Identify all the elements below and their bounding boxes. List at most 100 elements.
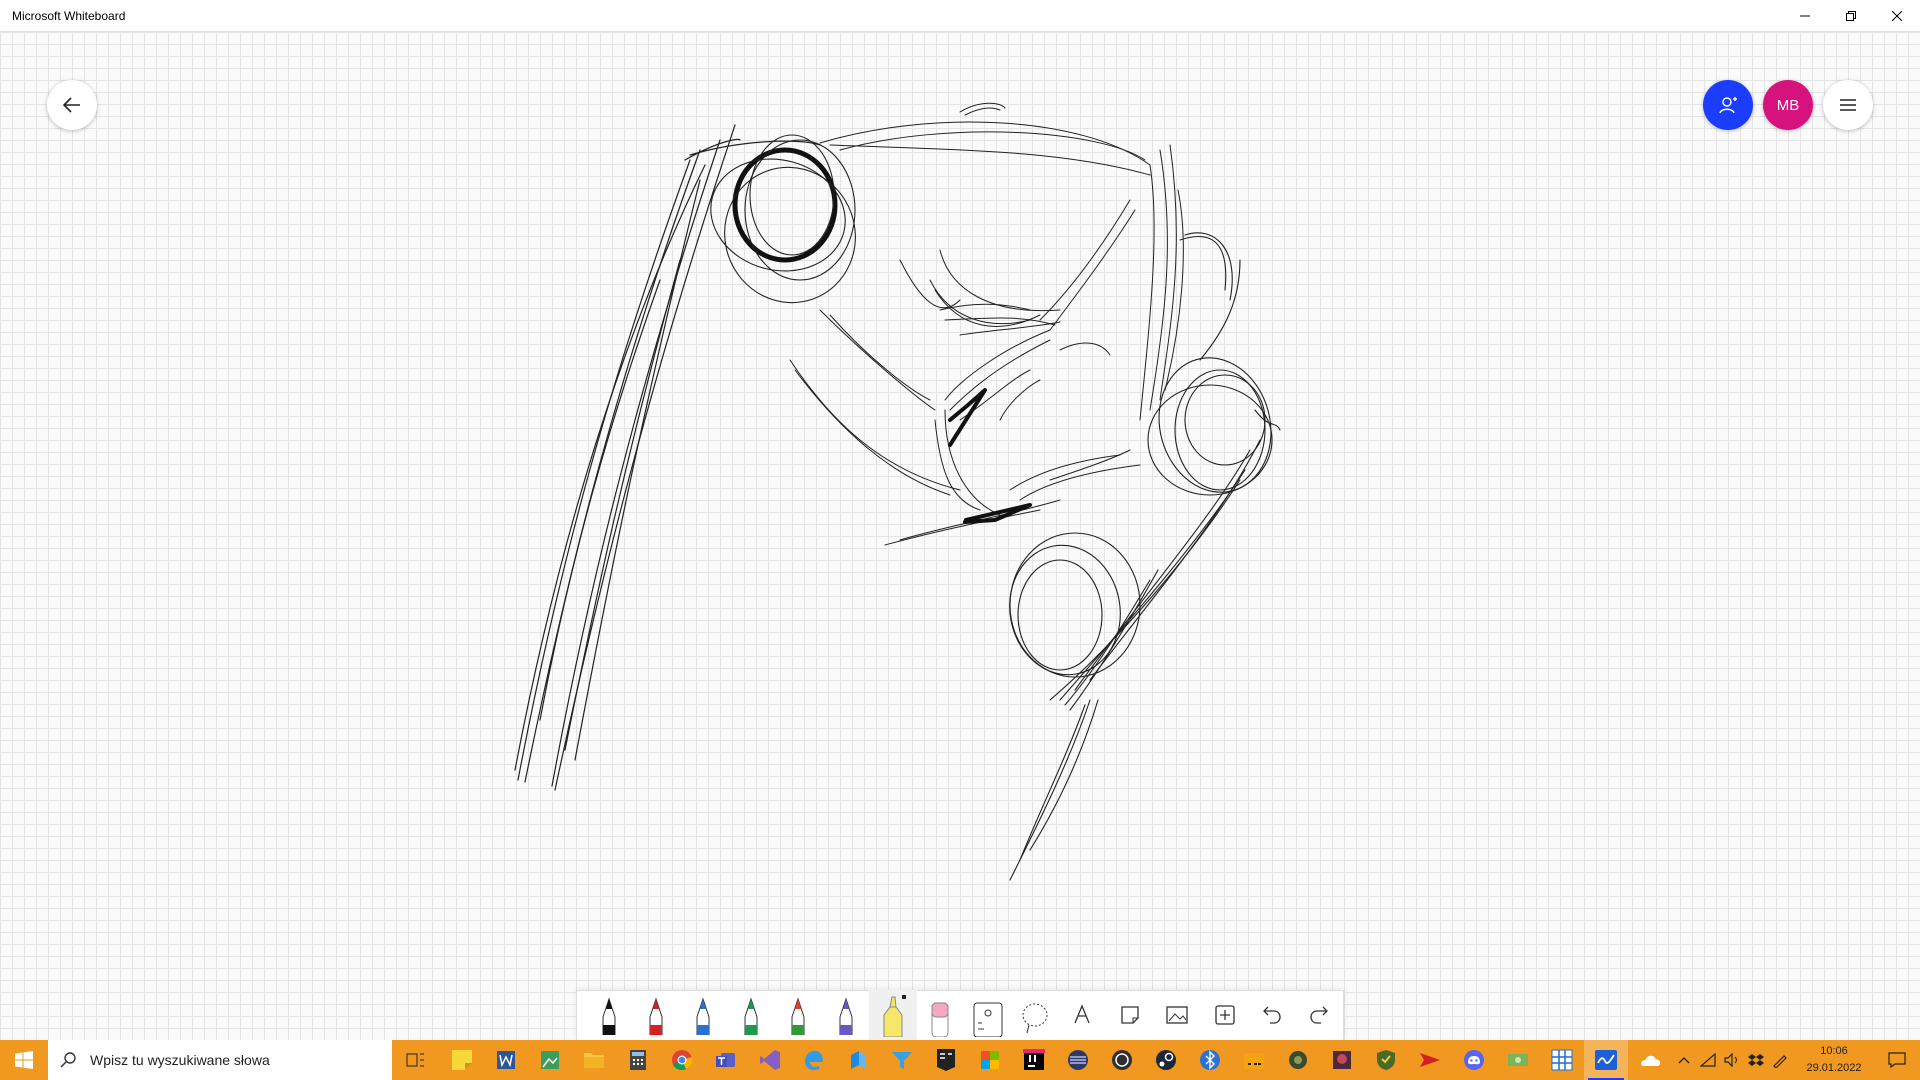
image-icon — [1166, 1006, 1188, 1024]
game-icon — [1289, 1051, 1307, 1069]
taskbar-clock[interactable]: 10:06 29.01.2022 — [1800, 1043, 1868, 1077]
whiteboard-app[interactable] — [1584, 1040, 1628, 1080]
plus-box-icon — [1214, 1005, 1235, 1025]
menu-button[interactable] — [1823, 80, 1873, 130]
photos-app[interactable] — [528, 1040, 572, 1080]
insert-tool[interactable] — [1201, 990, 1248, 1040]
blue-app[interactable] — [836, 1040, 880, 1080]
office-app[interactable] — [968, 1040, 1012, 1080]
highlighter-tool[interactable] — [869, 990, 917, 1040]
game-app[interactable] — [1276, 1040, 1320, 1080]
photos-icon — [541, 1051, 559, 1069]
chevron-up-icon — [1678, 1057, 1690, 1064]
red-arrow-app[interactable] — [1408, 1040, 1452, 1080]
pen-icon — [744, 997, 758, 1035]
money-app[interactable] — [1496, 1040, 1540, 1080]
word-app[interactable] — [484, 1040, 528, 1080]
edge-legacy-app[interactable] — [792, 1040, 836, 1080]
highlighter-icon — [883, 995, 906, 1037]
sticky-note-tool[interactable] — [1106, 990, 1153, 1040]
pen-red-tool[interactable] — [632, 990, 679, 1040]
pen-icon — [696, 997, 710, 1035]
grid-app[interactable] — [1540, 1040, 1584, 1080]
teams-icon — [716, 1053, 735, 1067]
pen-red2-tool[interactable] — [775, 990, 822, 1040]
search-placeholder: Wpisz tu wyszukiwane słowa — [90, 1052, 270, 1068]
pen-blue-tool[interactable] — [680, 990, 727, 1040]
undo-button[interactable] — [1248, 990, 1295, 1040]
notifications-button[interactable] — [1874, 1040, 1920, 1080]
user-avatar[interactable]: MB — [1763, 80, 1813, 130]
pen-purple-tool[interactable] — [822, 990, 869, 1040]
folder-icon — [584, 1053, 604, 1068]
discord-app[interactable] — [1452, 1040, 1496, 1080]
visual-studio-icon — [760, 1050, 780, 1070]
eraser-tool[interactable] — [917, 990, 964, 1040]
volume-tray[interactable] — [1720, 1040, 1744, 1080]
filter-app[interactable] — [880, 1040, 924, 1080]
back-button[interactable] — [47, 80, 97, 130]
sticky-note-icon — [1121, 1006, 1139, 1024]
image-tool[interactable] — [1154, 990, 1201, 1040]
eraser-icon — [931, 1002, 949, 1037]
jetbrains-icon — [1023, 1049, 1045, 1070]
dropbox-tray[interactable] — [1744, 1040, 1768, 1080]
calculator-app[interactable] — [616, 1040, 660, 1080]
app-icon — [1068, 1050, 1088, 1070]
close-button[interactable] — [1874, 0, 1920, 32]
game-icon — [1333, 1051, 1351, 1069]
shield-app[interactable] — [1364, 1040, 1408, 1080]
title-bar: Microsoft Whiteboard — [0, 0, 1920, 32]
whiteboard-icon — [1595, 1050, 1617, 1070]
folder-icon — [1244, 1053, 1264, 1069]
circle-app[interactable] — [1056, 1040, 1100, 1080]
onedrive-tray[interactable] — [1635, 1040, 1665, 1080]
word-icon — [497, 1051, 515, 1069]
obs-app[interactable] — [1100, 1040, 1144, 1080]
steam-icon — [1156, 1050, 1176, 1070]
invite-button[interactable] — [1703, 80, 1753, 130]
windows-logo-icon — [15, 1051, 33, 1069]
orange-folder-app[interactable] — [1232, 1040, 1276, 1080]
whiteboard-canvas[interactable]: MB — [0, 32, 1920, 1040]
network-tray[interactable] — [1696, 1040, 1720, 1080]
grid-icon — [1551, 1049, 1573, 1071]
teams-app[interactable] — [704, 1040, 748, 1080]
lasso-icon — [1022, 1003, 1048, 1034]
steam-app[interactable] — [1144, 1040, 1188, 1080]
epic-games-app[interactable] — [924, 1040, 968, 1080]
file-explorer-app[interactable] — [572, 1040, 616, 1080]
ruler-icon — [973, 1002, 1003, 1037]
bitwarden-app[interactable] — [1188, 1040, 1232, 1080]
minimize-button[interactable] — [1782, 0, 1828, 32]
restore-icon — [1846, 11, 1856, 21]
wifi-icon — [1700, 1053, 1716, 1067]
text-tool[interactable] — [1059, 990, 1106, 1040]
visual-studio-app[interactable] — [748, 1040, 792, 1080]
tray-overflow-button[interactable] — [1672, 1040, 1696, 1080]
task-view-button[interactable] — [394, 1040, 438, 1080]
restore-button[interactable] — [1828, 0, 1874, 32]
text-icon — [1074, 1004, 1091, 1024]
game-app-2[interactable] — [1320, 1040, 1364, 1080]
arrow-icon — [1420, 1053, 1440, 1067]
close-icon — [1892, 11, 1902, 21]
pen-icon — [649, 997, 663, 1035]
calculator-icon — [630, 1050, 646, 1070]
chrome-app[interactable] — [660, 1040, 704, 1080]
pen-black-tool[interactable] — [585, 990, 632, 1040]
undo-icon — [1263, 1006, 1281, 1024]
ruler-tool[interactable] — [964, 990, 1011, 1040]
redo-button[interactable] — [1296, 990, 1343, 1040]
taskbar-search[interactable]: Wpisz tu wyszukiwane słowa — [48, 1040, 392, 1080]
dropbox-icon — [1748, 1054, 1764, 1066]
start-button[interactable] — [0, 1040, 48, 1080]
pen-green-tool[interactable] — [727, 990, 774, 1040]
sticky-notes-app[interactable] — [440, 1040, 484, 1080]
lasso-tool[interactable] — [1011, 990, 1058, 1040]
epic-games-icon — [937, 1049, 955, 1071]
pen-tray[interactable] — [1768, 1040, 1792, 1080]
app-icon — [851, 1051, 865, 1069]
clock-date: 29.01.2022 — [1806, 1062, 1862, 1074]
jetbrains-app[interactable] — [1012, 1040, 1056, 1080]
